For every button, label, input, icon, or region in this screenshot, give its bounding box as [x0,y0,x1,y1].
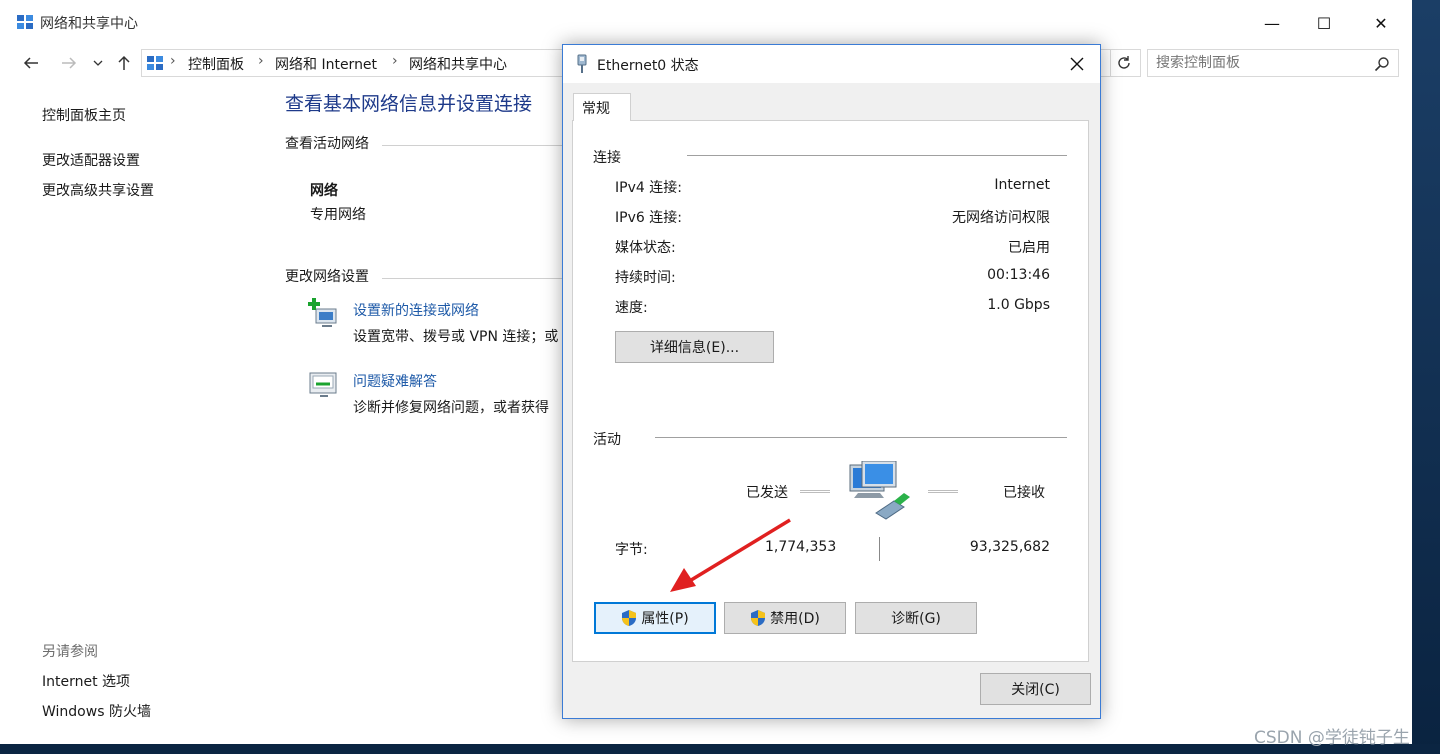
activity-line [928,490,958,493]
search-box[interactable] [1147,49,1399,77]
arrow-up-icon [118,55,130,70]
task-link-troubleshoot[interactable]: 问题疑难解答 [353,371,437,391]
desktop-background [1412,0,1440,754]
page-title: 查看基本网络信息并设置连接 [285,93,533,115]
watermark: CSDN @学徒钝子生 [1254,728,1410,748]
active-networks-heading: 查看活动网络 [285,136,369,152]
ipv4-value: Internet [994,177,1050,193]
task-link-new-connection[interactable]: 设置新的连接或网络 [353,300,479,320]
refresh-button[interactable] [1110,50,1136,76]
dialog-title-bar: Ethernet0 状态 [563,45,1100,83]
connection-group-title: 连接 [593,150,621,166]
task-desc-troubleshoot: 诊断并修复网络问题，或者获得 [353,400,549,416]
speed-label: 速度: [615,300,648,316]
received-label: 已接收 [1003,485,1045,501]
sidebar-link-windows-firewall[interactable]: Windows 防火墙 [42,701,151,721]
bytes-received-value: 93,325,682 [969,539,1050,555]
divider [655,437,1067,438]
forward-button[interactable] [56,50,82,76]
ipv6-value: 无网络访问权限 [952,210,1050,226]
ethernet-status-dialog: Ethernet0 状态 常规 连接 IPv4 连接: Internet IPv… [562,44,1101,719]
dialog-title: Ethernet0 状态 [597,58,699,74]
chevron-down-icon [93,60,103,66]
dialog-close-button[interactable] [1055,49,1099,79]
activity-line [800,490,830,493]
sidebar-link-advanced-sharing[interactable]: 更改高级共享设置 [42,180,154,200]
change-settings-heading: 更改网络设置 [285,269,369,285]
back-button[interactable] [18,50,44,76]
breadcrumb-control-panel[interactable]: 控制面板 [188,54,244,74]
divider [879,537,880,561]
bytes-label: 字节: [615,542,648,558]
refresh-icon [1117,56,1130,69]
divider [382,278,562,279]
media-state-label: 媒体状态: [615,240,676,256]
network-computers-icon [849,461,910,520]
general-tab-panel: 连接 IPv4 连接: Internet IPv6 连接: 无网络访问权限 媒体… [572,120,1089,662]
chevron-right-icon: › [392,53,398,69]
breadcrumb-sharing-center[interactable]: 网络和共享中心 [409,54,507,74]
see-also-heading: 另请参阅 [42,644,98,660]
chevron-right-icon: › [170,53,176,69]
divider [382,145,562,146]
minimize-button[interactable]: — [1249,6,1295,40]
window-title: 网络和共享中心 [40,16,138,32]
breadcrumb-network-internet[interactable]: 网络和 Internet [275,54,377,74]
ethernet-cable-icon [577,54,587,73]
new-connection-icon [308,298,337,327]
uac-shield-icon [751,610,766,626]
control-panel-icon [147,56,163,70]
title-bar: 网络和共享中心 — ☐ ✕ [0,0,1412,44]
network-type[interactable]: 专用网络 [310,204,366,224]
search-input[interactable] [1156,54,1366,72]
close-button[interactable]: 关闭(C) [980,673,1091,705]
details-button[interactable]: 详细信息(E)... [615,331,774,363]
sidebar-link-home[interactable]: 控制面板主页 [42,105,126,125]
close-window-button[interactable]: ✕ [1358,6,1404,40]
arrow-right-icon [62,57,77,69]
activity-group-title: 活动 [593,432,621,448]
ipv6-label: IPv6 连接: [615,210,682,226]
sidebar-link-adapter-settings[interactable]: 更改适配器设置 [42,150,140,170]
chevron-right-icon: › [258,53,264,69]
close-icon [1070,57,1084,71]
bytes-sent-value: 1,774,353 [765,539,837,555]
maximize-button[interactable]: ☐ [1301,6,1347,40]
recent-locations-button[interactable] [90,50,106,76]
arrow-left-icon [23,57,38,69]
tab-general[interactable]: 常规 [573,93,631,121]
uac-shield-icon [622,610,637,626]
duration-label: 持续时间: [615,270,676,286]
sent-label: 已发送 [746,485,788,501]
media-state-value: 已启用 [1008,240,1050,256]
diagnose-button[interactable]: 诊断(G) [855,602,977,634]
control-panel-icon [17,15,33,29]
network-name: 网络 [310,183,338,199]
search-icon[interactable] [1374,56,1390,72]
properties-button[interactable]: 属性(P) [594,602,716,634]
speed-value: 1.0 Gbps [987,297,1050,313]
up-button[interactable] [112,50,136,76]
task-desc-new-connection: 设置宽带、拨号或 VPN 连接；或 [353,329,559,345]
troubleshoot-icon [309,372,337,397]
duration-value: 00:13:46 [987,267,1050,283]
sidebar-link-internet-options[interactable]: Internet 选项 [42,671,130,691]
divider [687,155,1067,156]
desktop-background [0,744,1440,754]
disable-button[interactable]: 禁用(D) [724,602,846,634]
ipv4-label: IPv4 连接: [615,180,682,196]
